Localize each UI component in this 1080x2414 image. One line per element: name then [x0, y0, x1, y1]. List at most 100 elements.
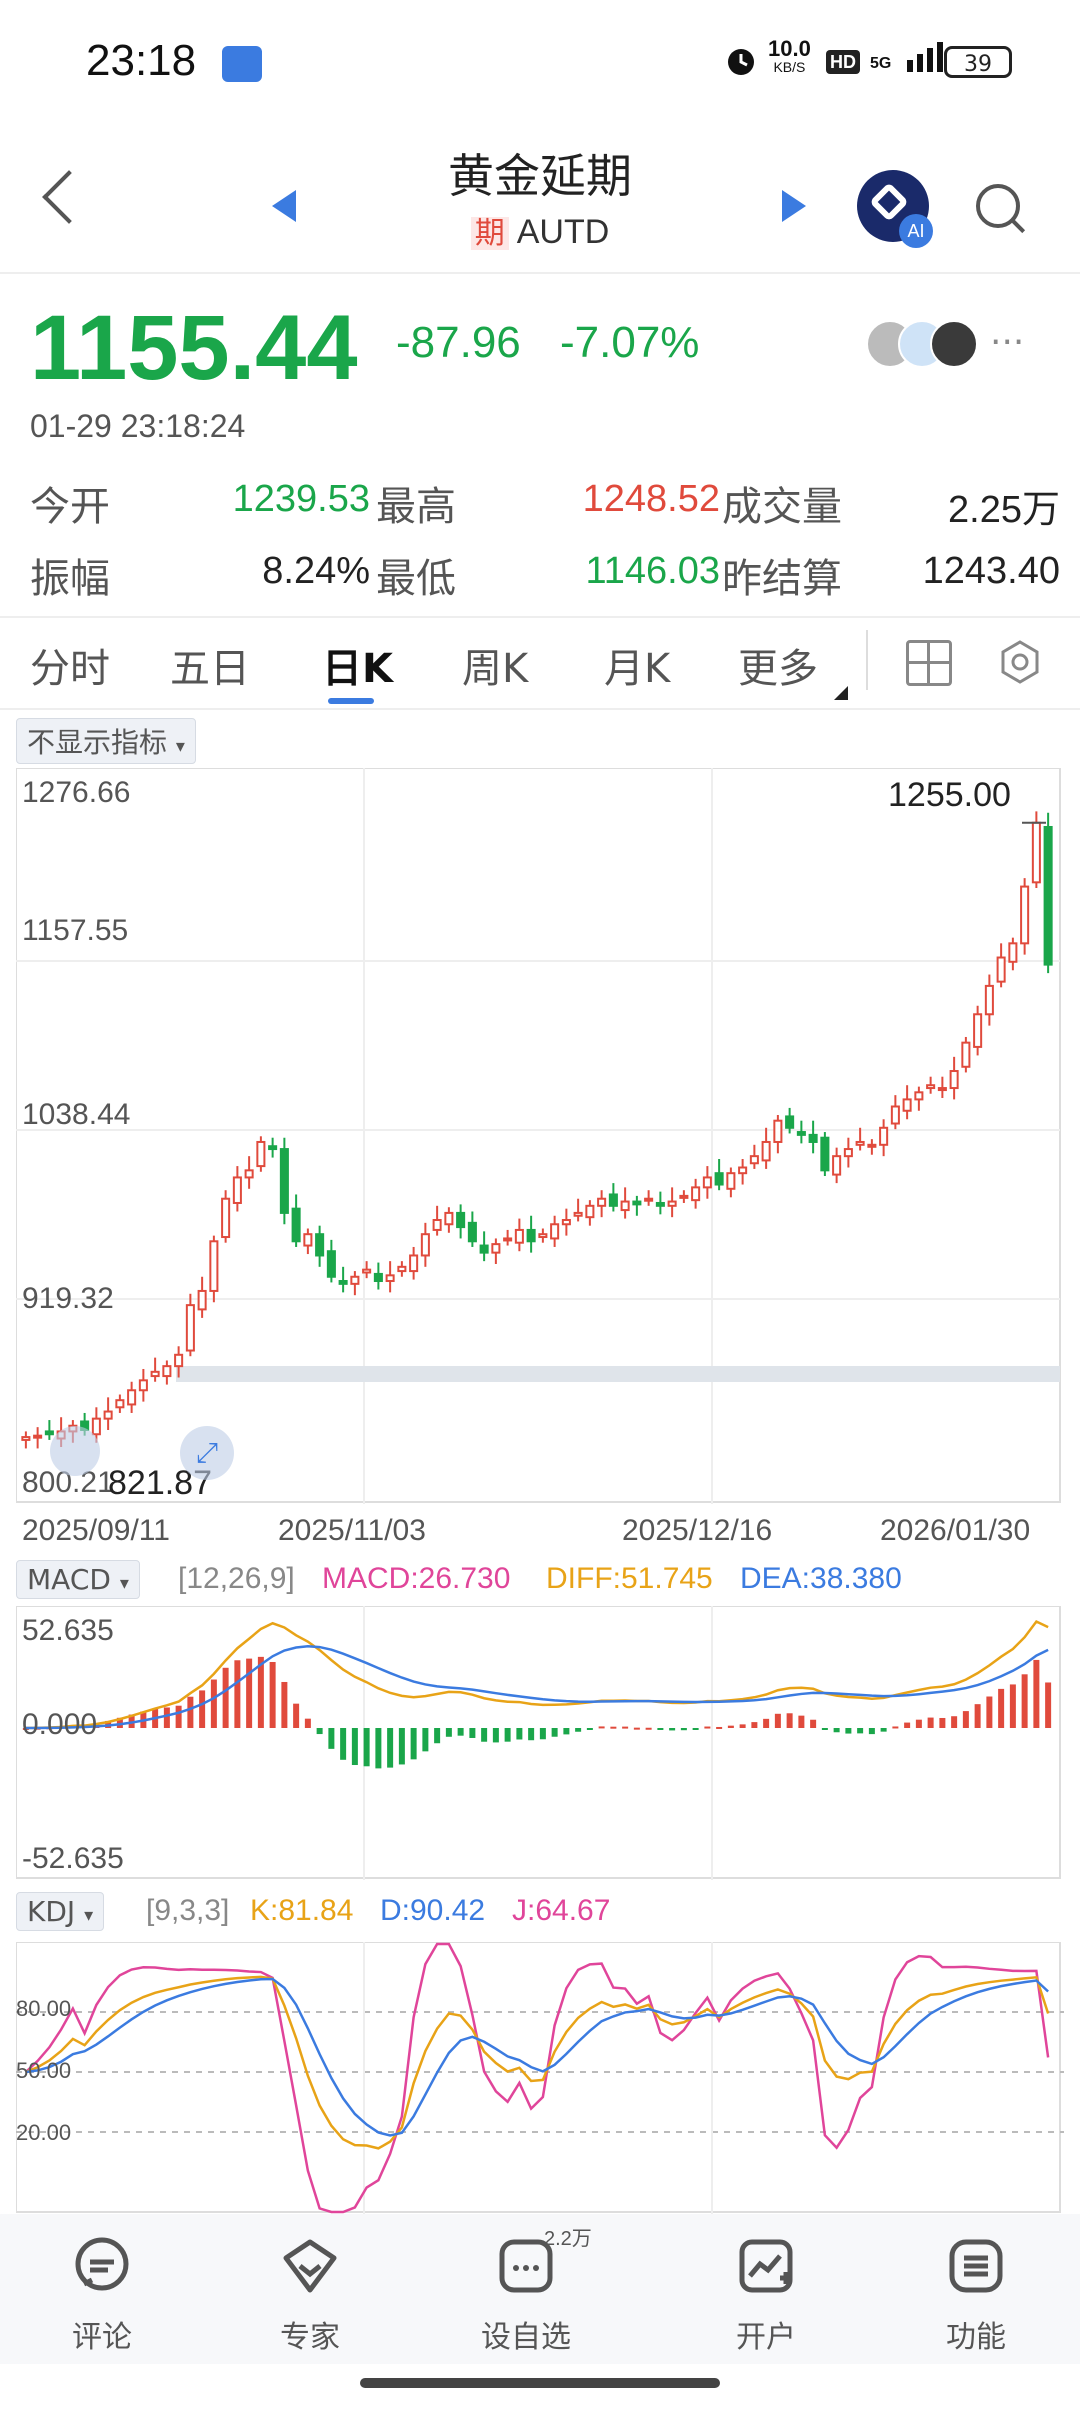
macd-bar — [551, 1728, 558, 1737]
macd-bar — [375, 1728, 382, 1769]
candle — [244, 1169, 254, 1179]
kdj-selector[interactable]: KDJ ▾ — [16, 1892, 105, 1931]
macd-bar — [575, 1728, 582, 1732]
hd-icon: HD — [826, 48, 860, 74]
candle — [843, 1148, 853, 1158]
y-tick-label: 1038.44 — [22, 1098, 131, 1131]
candle — [1043, 825, 1053, 966]
chart-frame — [16, 1942, 1061, 2213]
scroll-left-icon[interactable] — [50, 1426, 100, 1476]
price-change-pct: -7.07% — [560, 318, 700, 367]
candle — [420, 1233, 430, 1257]
macd-bar — [974, 1704, 981, 1728]
candle — [679, 1194, 689, 1199]
macd-bar — [657, 1728, 664, 1730]
macd-bar — [845, 1728, 852, 1734]
app-notification-icon — [222, 46, 262, 82]
macd-bar — [821, 1728, 828, 1730]
watch-count: 2.2万 — [544, 2228, 592, 2250]
kdj-y-tick: 20.00 — [16, 2120, 72, 2145]
y-tick-label: 1276.66 — [22, 776, 131, 809]
macd-bar — [786, 1713, 793, 1728]
macd-bar — [269, 1661, 276, 1728]
open-account-button[interactable]: 开户 — [686, 2236, 846, 2356]
candle — [397, 1265, 407, 1273]
quote-label-open: 今开 — [30, 484, 110, 530]
macd-bar — [492, 1728, 499, 1743]
d-value: D:90.42 — [380, 1894, 486, 1927]
macd-bar — [1021, 1674, 1028, 1728]
tab-intraday[interactable]: 分时 — [30, 636, 110, 694]
macd-bar — [739, 1724, 746, 1728]
macd-bar — [798, 1715, 805, 1728]
comment-button[interactable]: 评论 — [22, 2236, 182, 2356]
macd-bar — [445, 1728, 452, 1737]
candle — [890, 1105, 900, 1125]
search-icon[interactable] — [976, 184, 1020, 228]
candle — [279, 1148, 289, 1214]
candle — [949, 1070, 959, 1090]
macd-bar — [716, 1726, 723, 1729]
macd-bar — [328, 1728, 335, 1749]
candle — [268, 1145, 278, 1151]
macd-params: [12,26,9] — [178, 1562, 295, 1595]
prev-instrument-icon[interactable] — [272, 190, 296, 222]
chart-frame — [16, 768, 1061, 1503]
indicator-toggle[interactable]: 不显示指标 ▾ — [16, 718, 196, 764]
back-icon[interactable] — [42, 170, 96, 224]
quote-timestamp: 01-29 23:18:24 — [30, 408, 246, 444]
candle — [162, 1365, 172, 1378]
macd-y-tick: 52.635 — [22, 1614, 114, 1647]
candle — [538, 1233, 548, 1239]
expert-button[interactable]: 专家 — [230, 2236, 390, 2356]
tab-five-day[interactable]: 五日 — [170, 636, 250, 694]
next-instrument-icon[interactable] — [782, 190, 806, 222]
last-price: 1155.44 — [30, 297, 358, 399]
macd-selector[interactable]: MACD ▾ — [16, 1560, 140, 1599]
quote-grid: 今开 1239.53 最高 1248.52 成交量 2.25万 振幅 8.24%… — [30, 474, 1060, 614]
macd-bar — [340, 1728, 347, 1760]
macd-bar — [363, 1728, 370, 1767]
macd-chart[interactable] — [16, 1606, 1064, 1880]
candle — [796, 1131, 806, 1136]
candle — [514, 1228, 524, 1244]
j-value: J:64.67 — [512, 1894, 611, 1927]
macd-bar — [175, 1705, 182, 1728]
kdj-chart[interactable] — [16, 1942, 1064, 2214]
candle — [209, 1240, 219, 1292]
instrument-code: 期 AUTD — [340, 208, 740, 252]
macd-bar — [598, 1726, 605, 1729]
macd-bar — [351, 1728, 358, 1766]
j-line — [25, 1942, 1050, 2214]
candle — [726, 1172, 736, 1190]
macd-bar — [586, 1728, 593, 1730]
macd-bar — [645, 1727, 652, 1730]
quote-label-high: 最高 — [376, 484, 456, 530]
candle — [961, 1041, 971, 1068]
candle — [608, 1193, 618, 1207]
macd-y-tick: 0.000 — [22, 1708, 98, 1741]
quote-divider — [0, 616, 1080, 618]
layout-grid-icon[interactable] — [906, 640, 952, 686]
add-watchlist-button[interactable]: 设自选 — [446, 2236, 606, 2356]
tab-more[interactable]: 更多 — [738, 636, 818, 694]
candle — [561, 1219, 571, 1226]
support-band — [176, 1366, 1060, 1382]
more-icon[interactable]: ··· — [990, 322, 1024, 363]
candlestick-chart[interactable] — [16, 768, 1064, 1504]
ai-assistant-button[interactable]: AI — [857, 170, 933, 248]
tab-week-k[interactable]: 周K — [462, 636, 528, 694]
macd-bar — [610, 1726, 617, 1729]
quote-value-open: 1239.53 — [232, 478, 370, 520]
candle — [150, 1370, 160, 1378]
settings-icon[interactable] — [998, 640, 1039, 684]
tab-month-k[interactable]: 月K — [604, 636, 670, 694]
avatar[interactable] — [930, 320, 978, 368]
macd-bar — [939, 1717, 946, 1728]
candle — [1031, 821, 1041, 884]
expand-icon[interactable]: ⤢ — [180, 1426, 234, 1480]
function-button[interactable]: 功能 — [896, 2236, 1056, 2356]
macd-bar — [187, 1696, 194, 1728]
macd-bar — [387, 1728, 394, 1768]
tab-day-k[interactable]: 日K — [322, 636, 393, 694]
